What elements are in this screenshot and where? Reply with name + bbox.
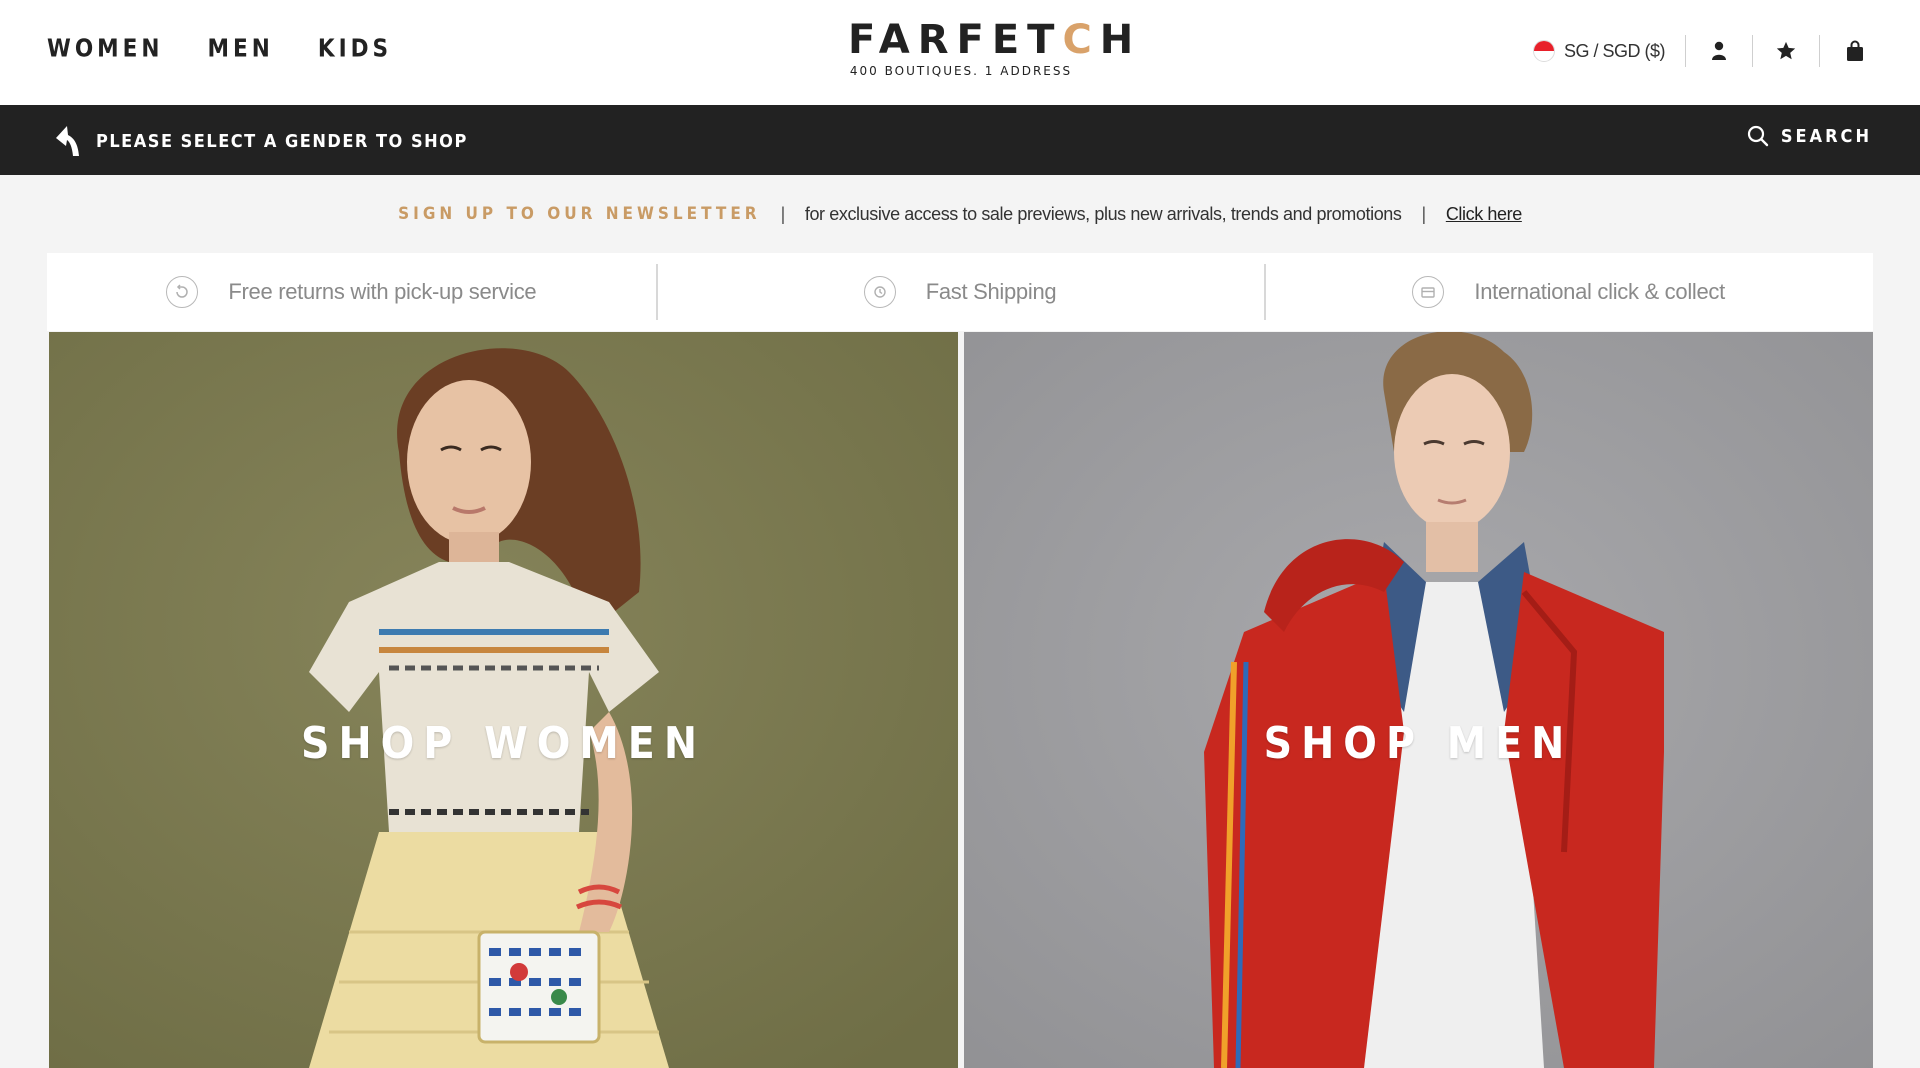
nav-men-link[interactable]: MEN [208,33,274,62]
usp-label: Free returns with pick-up service [228,279,537,304]
header-tools: SG / SGD ($) [1532,34,1864,68]
newsletter-separator: | [1421,203,1427,224]
newsletter-description: for exclusive access to sale previews, p… [804,203,1402,224]
usp-label: International click & collect [1474,279,1725,304]
top-header: WOMEN MEN KIDS FARFETCH 400 BOUTIQUES. 1… [0,0,1920,105]
usp-bar: Free returns with pick-up service Fast S… [47,253,1873,331]
flag-icon [1532,40,1555,62]
shop-women-label: SHOP WOMEN [301,718,706,769]
search-label: SEARCH [1780,125,1872,147]
newsletter-signup[interactable]: SIGN UP TO OUR NEWSLETTER [398,204,760,224]
account-button[interactable] [1686,34,1752,68]
shipping-icon [863,276,896,308]
nav-women-link[interactable]: WOMEN [47,33,164,62]
shop-women-tile[interactable]: SHOP WOMEN [49,332,958,1068]
gender-nav: WOMEN MEN KIDS [47,33,392,62]
wishlist-icon [1776,41,1796,60]
usp-free-returns[interactable]: Free returns with pick-up service [47,253,656,331]
region-selector[interactable]: SG / SGD ($) [1532,40,1685,62]
newsletter-strip: SIGN UP TO OUR NEWSLETTER | for exclusiv… [0,175,1920,253]
gender-select-bar: PLEASE SELECT A GENDER TO SHOP SEARCH [0,105,1920,175]
newsletter-click-here-link[interactable]: Click here [1446,204,1522,225]
logo-tagline: 400 BOUTIQUES. 1 ADDRESS [849,64,1073,78]
logo-wordmark: FARFETCH [848,17,1142,63]
return-icon [166,276,199,308]
bag-button[interactable] [1820,34,1864,68]
farfetch-logo[interactable]: FARFETCH 400 BOUTIQUES. 1 ADDRESS [848,17,1142,84]
newsletter-separator: | [780,203,786,224]
men-hero-image [964,332,1873,1068]
shop-men-label: SHOP MEN [1263,718,1574,769]
usp-label: Fast Shipping [925,279,1057,304]
account-icon [1712,41,1726,60]
women-hero-image [49,332,958,1068]
bag-icon [1847,40,1863,61]
nav-kids-link[interactable]: KIDS [318,33,392,62]
search-button[interactable]: SEARCH [1747,125,1872,147]
collect-icon [1412,276,1445,308]
gender-prompt: PLEASE SELECT A GENDER TO SHOP [52,124,468,158]
region-label: SG / SGD ($) [1563,40,1666,61]
usp-fast-shipping[interactable]: Fast Shipping [655,253,1265,331]
arrow-up-icon [56,126,79,156]
usp-click-collect[interactable]: International click & collect [1264,253,1873,331]
gender-prompt-text: PLEASE SELECT A GENDER TO SHOP [96,130,468,152]
wishlist-button[interactable] [1753,34,1819,68]
shop-men-tile[interactable]: SHOP MEN [964,332,1873,1068]
search-icon [1747,125,1769,147]
